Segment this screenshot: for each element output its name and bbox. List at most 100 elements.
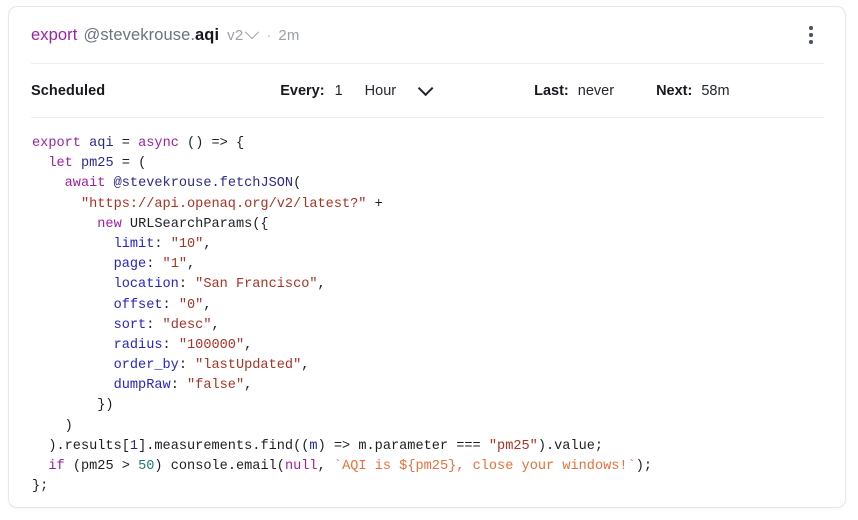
next-run-group: Next: 58m [656,83,730,99]
chevron-down-icon [245,25,259,39]
code-token: = ( [114,156,147,171]
code-token: , [318,459,334,474]
code-token: location [114,277,179,292]
code-token: "desc" [163,318,212,333]
code-token [32,358,114,373]
schedule-bar: Scheduled Every: 1 Hour Last: never Next… [9,64,845,117]
code-token: "10" [171,237,204,252]
code-token: : [163,298,179,313]
code-token: radius [114,338,163,353]
code-token: , [187,257,195,272]
code-editor[interactable]: export aqi = async () => { let pm25 = ( … [9,118,845,497]
kebab-dot [809,26,812,29]
code-line: offset: "0", [32,296,825,316]
code-token: : [179,277,195,292]
code-line: order_by: "lastUpdated", [32,356,825,376]
interval-group: Every: 1 Hour [280,83,429,99]
code-token: let [48,156,72,171]
code-token: , [203,298,211,313]
code-line: sort: "desc", [32,316,825,336]
code-token: dumpRaw [114,378,171,393]
code-token: + [366,197,382,212]
code-token: if [48,459,64,474]
code-token: "0" [179,298,203,313]
code-line: location: "San Francisco", [32,275,825,295]
code-token: export [32,136,81,151]
code-line: let pm25 = ( [32,154,825,174]
code-token: }; [32,479,48,494]
code-token: ) => m.parameter === [318,439,489,454]
code-token [32,217,97,232]
code-token [32,257,114,272]
code-token: offset [114,298,163,313]
code-token: limit [114,237,155,252]
version-label: v2 [227,27,243,44]
next-run-label: Next: [656,83,692,99]
code-token [105,176,113,191]
schedule-status-label: Scheduled [31,83,105,99]
export-keyword: export [31,26,77,45]
code-token [32,338,114,353]
code-token: : [179,358,195,373]
code-token [32,318,114,333]
code-token: : [163,338,179,353]
code-token [32,176,65,191]
code-token: ) [32,419,73,434]
code-token: , [244,378,252,393]
code-token: ].measurements.find(( [138,439,309,454]
code-token: order_by [114,358,179,373]
code-token: sort [114,318,147,333]
code-token: : [154,237,170,252]
interval-value-input[interactable]: 1 [335,83,343,99]
code-token: "lastUpdated" [195,358,301,373]
kebab-menu-icon[interactable] [798,20,824,50]
version-selector[interactable]: v2 [227,27,257,44]
code-line: export aqi = async () => { [32,134,825,154]
code-token: "https://api.openaq.org/v2/latest?" [81,197,367,212]
kebab-dot [809,33,812,36]
code-line: new URLSearchParams({ [32,215,825,235]
code-token: "San Francisco" [195,277,317,292]
code-token: "pm25" [489,439,538,454]
code-token: (pm25 > [65,459,138,474]
code-token: ).value; [538,439,603,454]
next-run-value: 58m [701,83,729,99]
code-token: }) [32,398,114,413]
code-token [32,197,81,212]
last-run-label: Last: [534,83,569,99]
code-token: ( [293,176,301,191]
code-token: m [309,439,317,454]
middot-separator: · [266,27,271,44]
last-run-group: Last: never [534,83,614,99]
author-handle[interactable]: @stevekrouse [83,26,190,45]
code-token: ).results[ [32,439,130,454]
code-token: , [301,358,309,373]
code-token: "false" [187,378,244,393]
code-token [32,298,114,313]
code-token: 50 [138,459,154,474]
code-line: if (pm25 > 50) console.email(null, `AQI … [32,457,825,477]
code-token: , [318,277,326,292]
code-token [73,156,81,171]
code-token: `AQI is ${pm25}, close your windows!` [334,459,636,474]
code-token: : [146,318,162,333]
interval-unit-select[interactable]: Hour [365,83,429,99]
interval-unit-label: Hour [365,83,396,99]
code-line: radius: "100000", [32,336,825,356]
code-line: "https://api.openaq.org/v2/latest?" + [32,195,825,215]
val-card: export @stevekrouse . aqi v2 · 2m Schedu… [8,6,846,508]
code-token: , [212,318,220,333]
code-token: URLSearchParams({ [122,217,269,232]
code-token: new [97,217,121,232]
code-token: , [244,338,252,353]
code-line: page: "1", [32,255,825,275]
code-token: : [171,378,187,393]
code-token: aqi [89,136,113,151]
code-token [32,378,114,393]
code-token: , [203,237,211,252]
code-token [32,237,114,252]
code-token [32,459,48,474]
kebab-dot [809,40,812,43]
code-token [81,136,89,151]
val-name[interactable]: aqi [195,26,219,45]
